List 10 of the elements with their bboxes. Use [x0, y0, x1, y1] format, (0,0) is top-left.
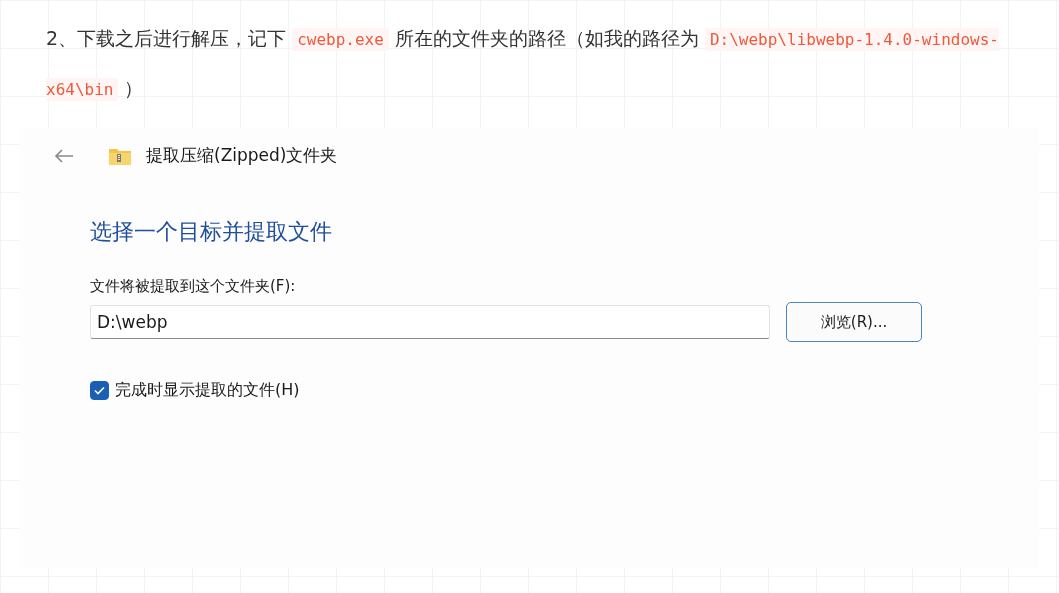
dialog-heading: 选择一个目标并提取文件: [90, 218, 333, 246]
instruction-text: 2、下载之后进行解压，记下 cwebp.exe 所在的文件夹的路径（如我的路径为 D:\webp\libwebp-1.4.0-windows-x64\bin ）: [46, 26, 1000, 103]
back-icon[interactable]: [54, 147, 74, 164]
checkbox-label: 完成时显示提取的文件(H): [115, 380, 300, 401]
field-label: 文件将被提取到这个文件夹(F):: [90, 277, 297, 296]
check-icon: [94, 386, 105, 395]
path-field[interactable]: D:\webp: [90, 305, 770, 339]
checkbox[interactable]: [90, 381, 109, 400]
browse-button[interactable]: 浏览(R)...: [786, 302, 922, 342]
dialog-title: 提取压缩(Zipped)文件夹: [146, 144, 338, 167]
